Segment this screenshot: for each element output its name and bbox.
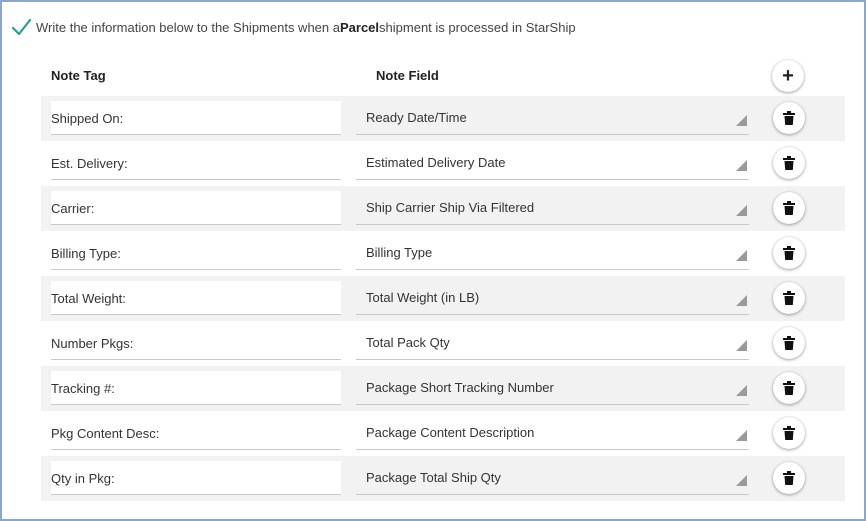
note-field-select[interactable]: Total Weight (in LB) — [356, 281, 749, 315]
note-field-value: Ready Date/Time — [366, 110, 467, 125]
delete-row-button[interactable] — [773, 102, 805, 134]
note-field-select[interactable]: Billing Type — [356, 236, 749, 270]
note-field-value: Package Short Tracking Number — [366, 380, 554, 395]
delete-row-button[interactable] — [773, 372, 805, 404]
mapping-row: Estimated Delivery Date — [41, 141, 845, 186]
note-tag-input[interactable] — [51, 326, 341, 360]
plus-icon: + — [782, 65, 794, 87]
dropdown-corner-icon — [736, 385, 747, 396]
note-field-value: Package Total Ship Qty — [366, 470, 501, 485]
settings-panel: Write the information below to the Shipm… — [0, 0, 866, 521]
note-field-value: Ship Carrier Ship Via Filtered — [366, 200, 535, 215]
mapping-row: Package Total Ship Qty — [41, 456, 845, 501]
add-row-button[interactable]: + — [772, 60, 804, 92]
note-field-value: Total Pack Qty — [366, 335, 450, 350]
note-field-value: Package Content Description — [366, 425, 535, 440]
note-field-value: Total Weight (in LB) — [366, 290, 480, 305]
mapping-row: Ship Carrier Ship Via Filtered — [41, 186, 845, 231]
delete-row-button[interactable] — [773, 462, 805, 494]
note-tag-input[interactable] — [51, 461, 341, 495]
dropdown-corner-icon — [736, 250, 747, 261]
column-header-note-field: Note Field — [376, 68, 439, 83]
trash-icon — [783, 336, 795, 350]
note-tag-input[interactable] — [51, 191, 341, 225]
mapping-row: Total Weight (in LB) — [41, 276, 845, 321]
note-field-select[interactable]: Estimated Delivery Date — [356, 146, 749, 180]
trash-icon — [783, 111, 795, 125]
header-bold-word: Parcel — [339, 19, 380, 35]
mapping-row: Ready Date/Time — [41, 96, 845, 141]
column-header-note-tag: Note Tag — [51, 68, 106, 83]
note-field-select[interactable]: Package Short Tracking Number — [356, 371, 749, 405]
trash-icon — [783, 471, 795, 485]
mapping-row: Billing Type — [41, 231, 845, 276]
dropdown-corner-icon — [736, 115, 747, 126]
trash-icon — [783, 156, 795, 170]
dropdown-corner-icon — [736, 340, 747, 351]
mapping-row: Package Short Tracking Number — [41, 366, 845, 411]
dropdown-corner-icon — [736, 430, 747, 441]
header-text-before: Write the information below to the Shipm… — [36, 19, 340, 35]
note-field-select[interactable]: Package Content Description — [356, 416, 749, 450]
note-mapping-list: Ready Date/Time Estimated Delivery Date Sh… — [41, 96, 845, 501]
note-field-select[interactable]: Package Total Ship Qty — [356, 461, 749, 495]
note-tag-input[interactable] — [51, 101, 341, 135]
note-tag-input[interactable] — [51, 236, 341, 270]
note-tag-input[interactable] — [51, 146, 341, 180]
note-field-value: Estimated Delivery Date — [366, 155, 506, 170]
trash-icon — [783, 246, 795, 260]
dropdown-corner-icon — [736, 160, 747, 171]
delete-row-button[interactable] — [773, 417, 805, 449]
note-tag-input[interactable] — [51, 371, 341, 405]
note-field-select[interactable]: Ready Date/Time — [356, 101, 749, 135]
note-field-select[interactable]: Ship Carrier Ship Via Filtered — [356, 191, 749, 225]
trash-icon — [783, 426, 795, 440]
delete-row-button[interactable] — [773, 237, 805, 269]
trash-icon — [783, 291, 795, 305]
mapping-row: Total Pack Qty — [41, 321, 845, 366]
note-tag-input[interactable] — [51, 416, 341, 450]
delete-row-button[interactable] — [773, 327, 805, 359]
dropdown-corner-icon — [736, 295, 747, 306]
delete-row-button[interactable] — [773, 147, 805, 179]
header-text-after: shipment is processed in StarShip — [379, 19, 576, 35]
note-tag-input[interactable] — [51, 281, 341, 315]
delete-row-button[interactable] — [773, 282, 805, 314]
note-field-value: Billing Type — [366, 245, 433, 260]
mapping-row: Package Content Description — [41, 411, 845, 456]
trash-icon — [783, 381, 795, 395]
parcel-setting-option[interactable]: Write the information below to the Shipm… — [10, 17, 576, 37]
delete-row-button[interactable] — [773, 192, 805, 224]
note-field-select[interactable]: Total Pack Qty — [356, 326, 749, 360]
dropdown-corner-icon — [736, 475, 747, 486]
trash-icon — [783, 201, 795, 215]
dropdown-corner-icon — [736, 205, 747, 216]
checkmark-icon[interactable] — [10, 17, 32, 37]
